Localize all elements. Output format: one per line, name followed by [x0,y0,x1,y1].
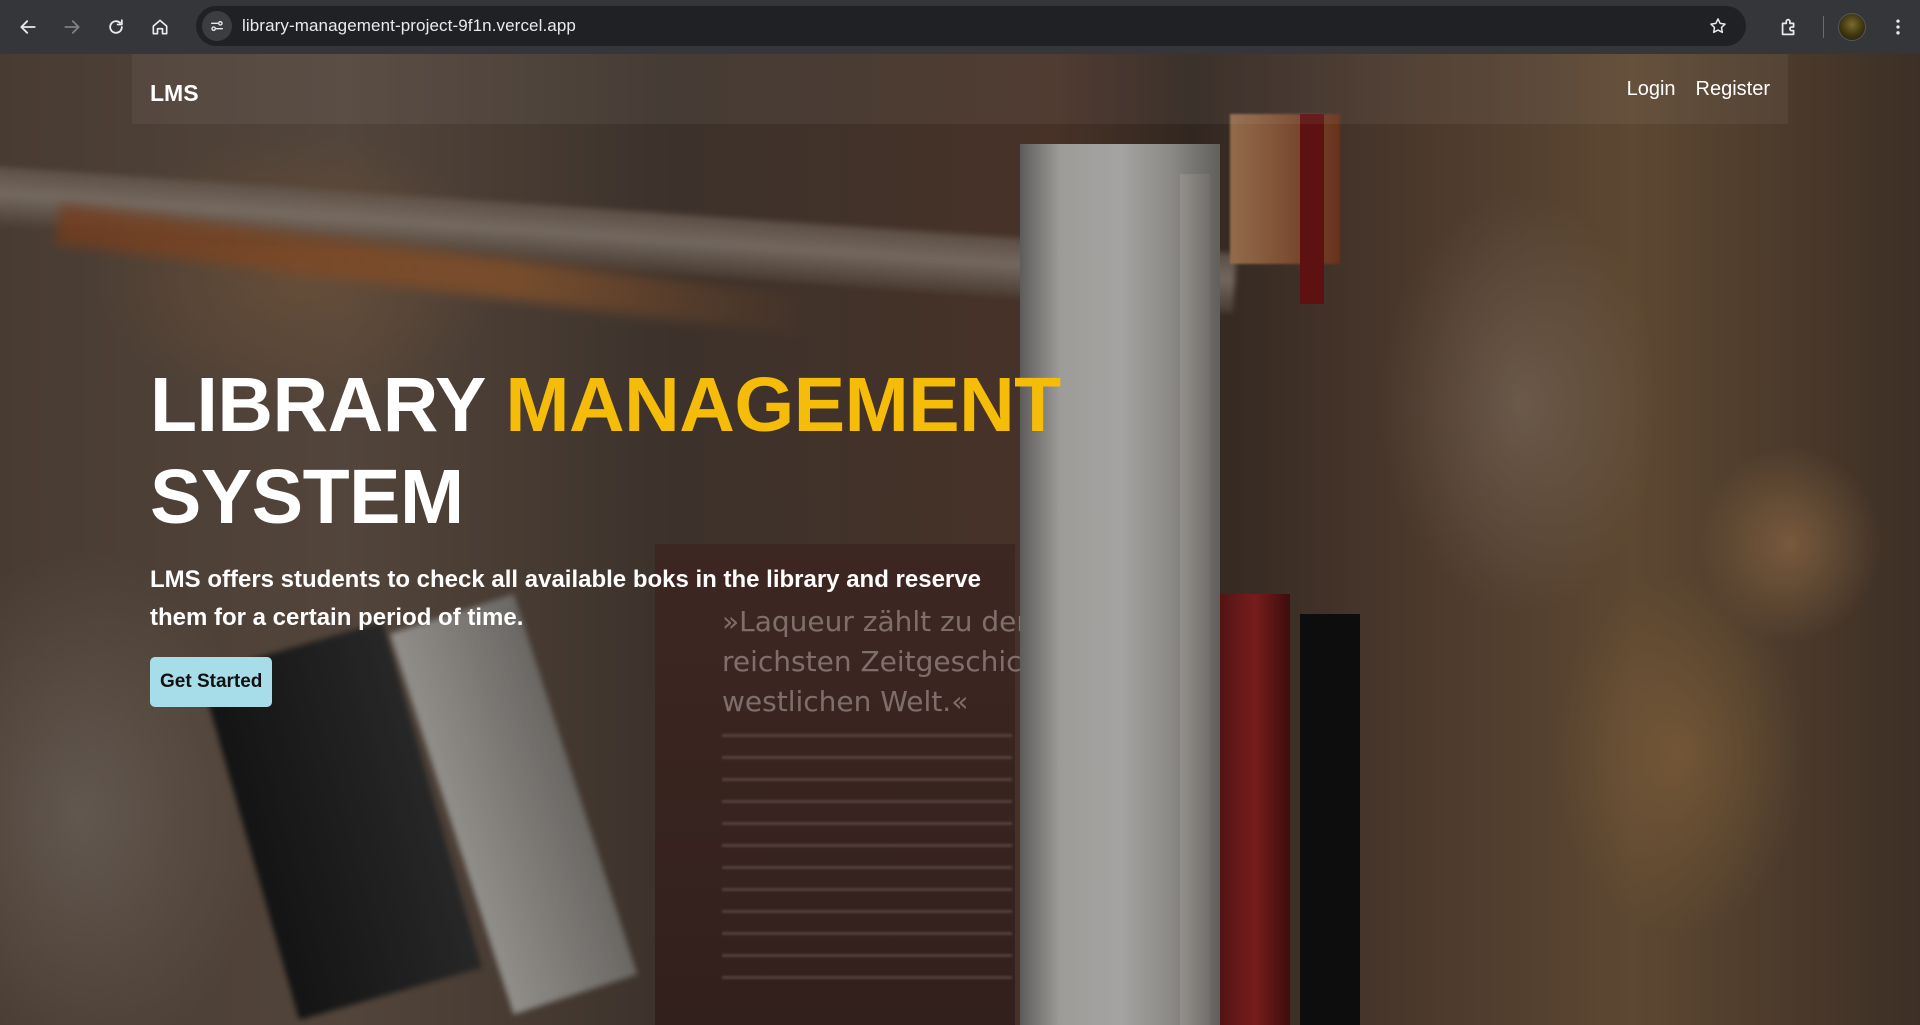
home-icon[interactable] [138,5,182,49]
profile-avatar[interactable] [1838,13,1866,41]
nav-links: Login Register [1627,78,1770,101]
reload-icon[interactable] [94,5,138,49]
more-menu-icon[interactable] [1880,7,1916,47]
landing-page: »Laqueur zählt zu den reichsten Zeitgesc… [0,54,1920,1025]
browser-toolbar: library-management-project-9f1n.vercel.a… [0,0,1920,54]
bookmark-star-icon[interactable] [1700,8,1736,44]
hero-title-accent: MANAGEMENT [505,362,1061,448]
url-text[interactable]: library-management-project-9f1n.vercel.a… [242,16,1700,36]
hero-section: LIBRARY MANAGEMENT SYSTEM LMS offers stud… [150,359,1150,707]
brand-logo[interactable]: LMS [150,80,199,107]
get-started-button[interactable]: Get Started [150,657,273,707]
register-link[interactable]: Register [1696,78,1770,101]
hero-title: LIBRARY MANAGEMENT SYSTEM [150,359,1150,543]
toolbar-separator [1823,16,1824,38]
site-info-icon[interactable] [202,11,232,41]
hero-title-part2: SYSTEM [150,454,464,540]
forward-icon[interactable] [50,5,94,49]
back-icon[interactable] [6,5,50,49]
login-link[interactable]: Login [1627,78,1676,101]
hero-title-part1: LIBRARY [150,362,506,448]
site-navbar: LMS Login Register [132,54,1788,124]
address-bar[interactable]: library-management-project-9f1n.vercel.a… [196,6,1746,46]
hero-subtitle: LMS offers students to check all availab… [150,566,981,631]
extensions-icon[interactable] [1769,7,1809,47]
